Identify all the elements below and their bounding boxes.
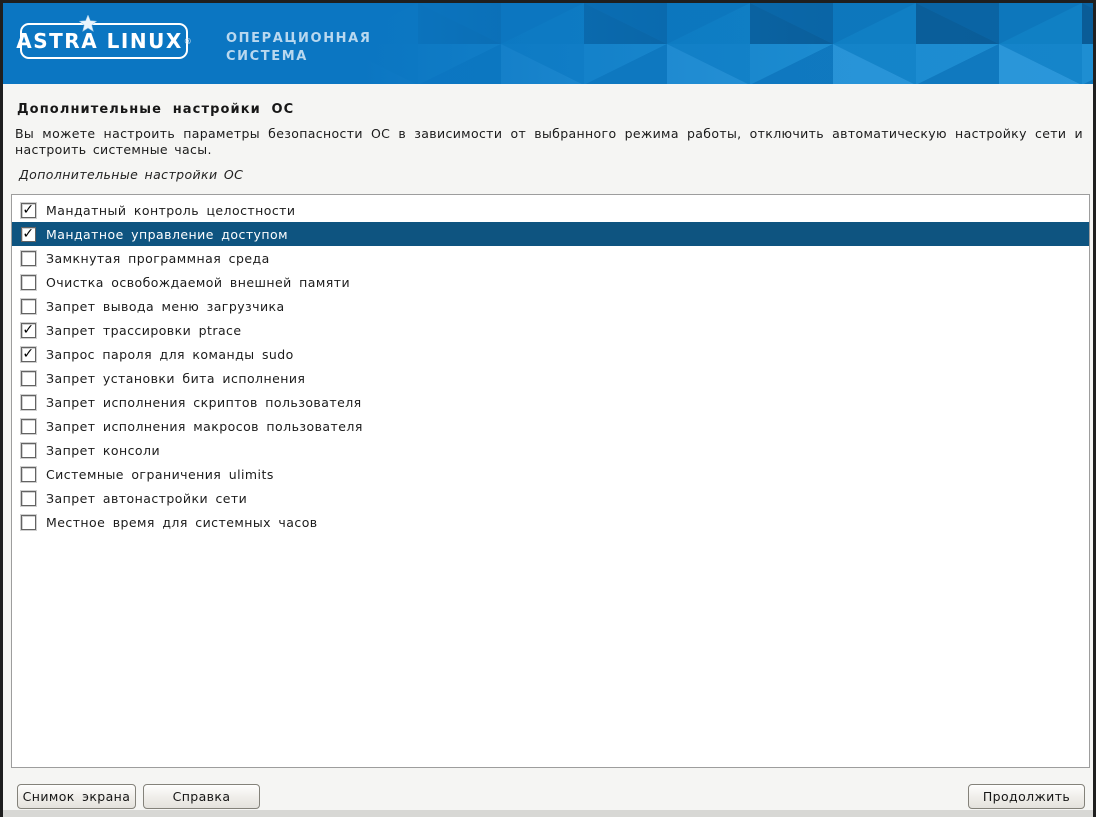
- checkbox-checked-icon[interactable]: ✓: [21, 227, 36, 242]
- checkbox-unchecked-icon[interactable]: [21, 251, 36, 266]
- checkbox-checked-icon[interactable]: ✓: [21, 323, 36, 338]
- os-subtitle-line1: ОПЕРАЦИОННАЯ: [226, 30, 371, 48]
- window-bottom-edge: [3, 810, 1093, 817]
- option-row[interactable]: Запрет установки бита исполнения: [12, 366, 1089, 390]
- checkbox-unchecked-icon[interactable]: [21, 419, 36, 434]
- installer-window: ASTRA LINUX® ОПЕРАЦИОННАЯ СИСТЕМА Дополн…: [0, 0, 1096, 817]
- list-caption: Дополнительные настройки ОС: [19, 167, 243, 182]
- checkbox-unchecked-icon[interactable]: [21, 275, 36, 290]
- option-label: Запрет автонастройки сети: [46, 491, 247, 506]
- option-row[interactable]: Запрет исполнения макросов пользователя: [12, 414, 1089, 438]
- option-row[interactable]: Очистка освобождаемой внешней памяти: [12, 270, 1089, 294]
- page-description: Вы можете настроить параметры безопаснос…: [15, 126, 1083, 158]
- option-label: Замкнутая программная среда: [46, 251, 270, 266]
- option-label: Запрет вывода меню загрузчика: [46, 299, 285, 314]
- option-label: Мандатный контроль целостности: [46, 203, 296, 218]
- option-row[interactable]: Запрет исполнения скриптов пользователя: [12, 390, 1089, 414]
- astra-linux-logo: ASTRA LINUX®: [20, 23, 188, 59]
- checkbox-unchecked-icon[interactable]: [21, 467, 36, 482]
- checkbox-checked-icon[interactable]: ✓: [21, 347, 36, 362]
- logo-text: ASTRA LINUX: [16, 29, 182, 53]
- checkbox-checked-icon[interactable]: ✓: [21, 203, 36, 218]
- option-row[interactable]: ✓ Мандатный контроль целостности: [12, 198, 1089, 222]
- option-label: Запрет исполнения макросов пользователя: [46, 419, 363, 434]
- option-row[interactable]: ✓ Запрос пароля для команды sudo: [12, 342, 1089, 366]
- option-label: Запрет трассировки ptrace: [46, 323, 242, 338]
- option-row[interactable]: ✓ Мандатное управление доступом: [12, 222, 1089, 246]
- checkbox-unchecked-icon[interactable]: [21, 491, 36, 506]
- option-row[interactable]: Системные ограничения ulimits: [12, 462, 1089, 486]
- option-row[interactable]: Запрет консоли: [12, 438, 1089, 462]
- checkbox-unchecked-icon[interactable]: [21, 515, 36, 530]
- help-button[interactable]: Справка: [143, 784, 260, 809]
- os-subtitle: ОПЕРАЦИОННАЯ СИСТЕМА: [226, 30, 371, 66]
- os-subtitle-line2: СИСТЕМА: [226, 48, 371, 66]
- option-row[interactable]: Замкнутая программная среда: [12, 246, 1089, 270]
- checkbox-unchecked-icon[interactable]: [21, 395, 36, 410]
- option-label: Запрет установки бита исполнения: [46, 371, 305, 386]
- checkbox-unchecked-icon[interactable]: [21, 443, 36, 458]
- option-row[interactable]: ✓ Запрет трассировки ptrace: [12, 318, 1089, 342]
- option-label: Запрет консоли: [46, 443, 160, 458]
- option-label: Запрет исполнения скриптов пользователя: [46, 395, 362, 410]
- checkbox-unchecked-icon[interactable]: [21, 371, 36, 386]
- header-banner: ASTRA LINUX® ОПЕРАЦИОННАЯ СИСТЕМА: [3, 3, 1093, 84]
- checkbox-unchecked-icon[interactable]: [21, 299, 36, 314]
- star-icon: [79, 15, 97, 32]
- option-label: Запрос пароля для команды sudo: [46, 347, 294, 362]
- option-row[interactable]: Местное время для системных часов: [12, 510, 1089, 534]
- option-row[interactable]: Запрет вывода меню загрузчика: [12, 294, 1089, 318]
- option-label: Мандатное управление доступом: [46, 227, 288, 242]
- options-list[interactable]: ✓ Мандатный контроль целостности ✓ Мандатно…: [11, 194, 1090, 768]
- option-row[interactable]: Запрет автонастройки сети: [12, 486, 1089, 510]
- continue-button[interactable]: Продолжить: [968, 784, 1085, 809]
- option-label: Местное время для системных часов: [46, 515, 318, 530]
- option-label: Системные ограничения ulimits: [46, 467, 274, 482]
- page-title: Дополнительные настройки ОС: [17, 102, 294, 117]
- screenshot-button[interactable]: Снимок экрана: [17, 784, 136, 809]
- option-label: Очистка освобождаемой внешней памяти: [46, 275, 350, 290]
- registered-mark: ®: [184, 37, 192, 46]
